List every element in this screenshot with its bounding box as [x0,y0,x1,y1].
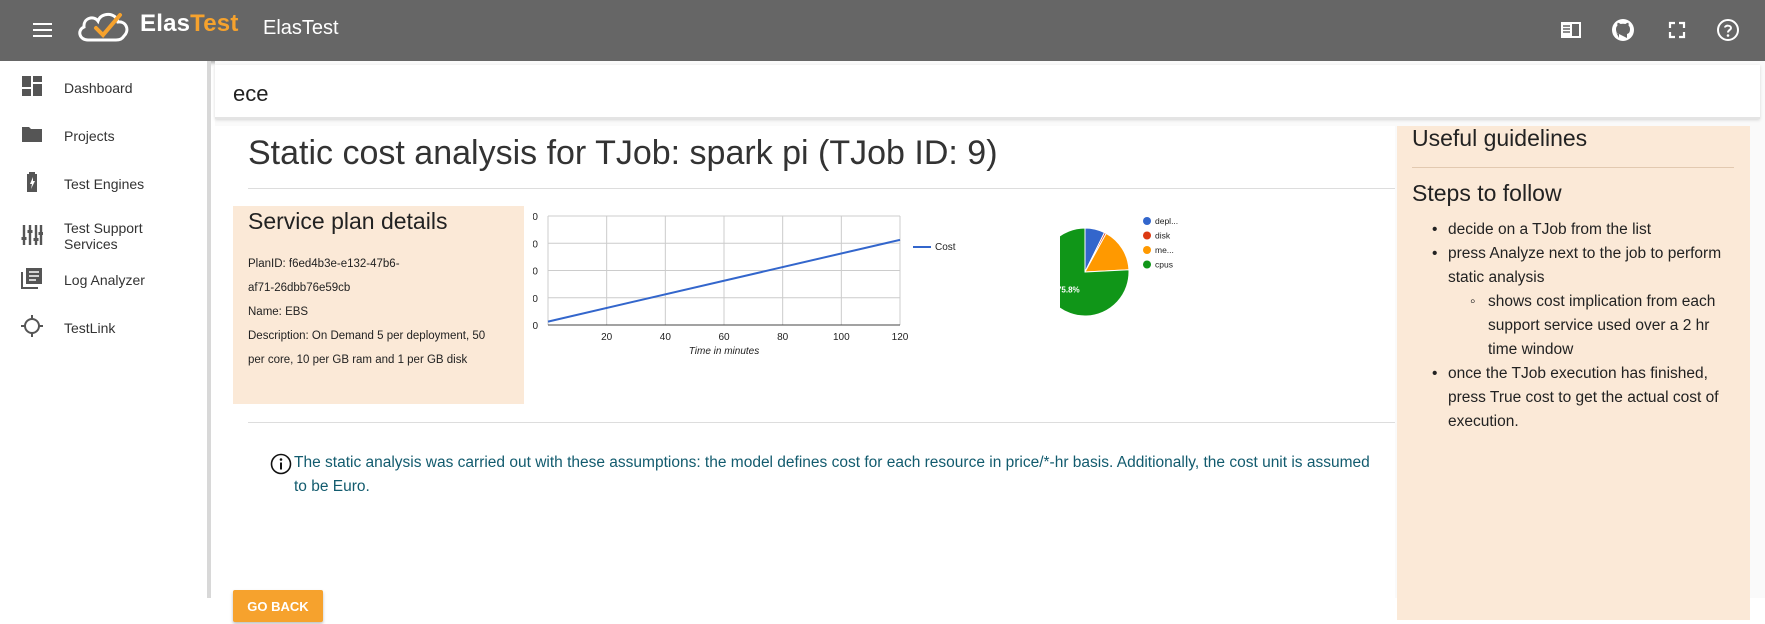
menu-icon[interactable] [28,19,56,41]
legend-label: depl... [1155,216,1178,226]
main-area: ece Static cost analysis for TJob: spark… [215,61,1765,624]
y-tick-label: 80 [533,267,538,278]
service-plan-card: Service plan details PlanID: f6ed4b3e-e1… [233,206,524,404]
sidebar-item-log-analyzer[interactable]: Log Analyzer [0,265,207,293]
sidebar-item-label: Dashboard [64,80,133,96]
x-tick-label: 80 [777,332,789,343]
legend-swatch [1143,231,1151,240]
pie-slice-label: 75.8% [1060,286,1080,295]
logo-text: ElasTest [140,10,239,37]
x-tick-label: 120 [892,332,909,343]
cost-line-chart: 0 40 80 120 160 20 40 60 80 100 120 Cost Time in min… [498,208,1033,408]
cost-analysis-panel: Static cost analysis for TJob: spark pi … [215,126,1395,624]
plan-description: Description: On Demand 5 per deployment,… [248,330,486,342]
top-app-bar: ElasTest ElasTest [0,0,1765,61]
x-tick-label: 60 [718,332,730,343]
plan-heading: Service plan details [248,208,448,234]
legend-label: Cost [935,242,956,253]
line-chart-svg: 0 40 80 120 160 20 40 60 80 100 120 Cost Time in min… [498,212,956,357]
elastest-logo[interactable]: ElasTest [74,6,238,46]
x-tick-label: 20 [601,332,613,343]
sidebar-item-label: Projects [64,128,115,144]
x-tick-label: 100 [833,332,850,343]
sidebar-item-testlink[interactable]: TestLink [0,313,207,341]
step-item: once the TJob execution has finished, pr… [1430,362,1740,434]
legend-swatch [1143,246,1151,254]
plan-description-continued: per core, 10 per GB ram and 1 per GB dis… [248,354,468,366]
plan-name: Name: EBS [248,306,309,318]
steps-list: decide on a TJob from the list press Ana… [1430,218,1740,434]
sidebar-item-label: TestLink [64,320,116,336]
divider [1412,167,1734,168]
folder-icon [22,127,42,142]
plan-id-continued: af71-26dbb76e59cb [248,282,351,294]
sidebar-item-test-engines[interactable]: Test Engines [0,169,207,197]
pie-chart-svg: model elements breakup75.8%depl...diskme… [1040,196,1178,317]
legend-label: me... [1155,245,1174,255]
legend-swatch [1143,217,1151,225]
assumptions-text: The static analysis was carried out with… [294,454,1370,495]
legend-swatch [1143,260,1151,269]
sidebar-item-test-support-services[interactable]: Test Support Services [0,218,207,254]
elements-pie-chart: model elements breakup75.8%depl...diskme… [1040,196,1280,378]
step-item: press Analyze next to the job to perform… [1430,242,1740,290]
step-item: decide on a TJob from the list [1430,218,1740,242]
x-axis-title: Time in minutes [689,346,760,357]
y-tick-label: 120 [533,239,538,250]
sidebar-item-label: Test Support Services [64,220,143,252]
y-tick-label: 160 [533,212,538,223]
cloud-check-icon [78,12,129,42]
library-books-icon [21,268,42,289]
help-icon[interactable] [1716,18,1740,42]
guidelines-title: Useful guidelines [1412,125,1588,151]
project-header: ece [215,65,1760,119]
sidebar-item-label: Test Engines [64,176,145,192]
sliders-icon [21,225,43,245]
project-title: ece [233,81,269,106]
dashboard-icon [22,76,42,96]
divider [248,422,1395,423]
plan-id: PlanID: f6ed4b3e-e132-47b6- [248,258,400,270]
sidebar: Dashboard Projects Test Engines Test Sup… [0,61,211,598]
y-tick-label: 40 [533,294,538,305]
book-icon[interactable] [1559,18,1583,42]
github-icon[interactable] [1611,18,1635,42]
page-title: Static cost analysis for TJob: spark pi … [248,134,998,172]
battery-icon [27,172,37,192]
fullscreen-icon[interactable] [1665,18,1689,42]
sidebar-item-dashboard[interactable]: Dashboard [0,73,207,101]
go-back-button[interactable]: GO BACK [233,590,323,622]
info-icon [270,453,292,475]
step-sub-item: shows cost implication from each support… [1430,290,1740,362]
crosshair-icon [21,315,43,337]
legend-label: disk [1155,231,1171,241]
sidebar-item-label: Log Analyzer [64,272,145,288]
guidelines-panel: Useful guidelines Steps to follow decide… [1397,125,1750,620]
legend-label: cpus [1155,260,1173,270]
app-title: ElasTest [263,17,339,39]
steps-title: Steps to follow [1412,180,1562,206]
x-tick-label: 40 [660,332,672,343]
y-tick-label: 0 [533,321,538,332]
sidebar-item-projects[interactable]: Projects [0,121,207,149]
divider [248,188,1395,189]
